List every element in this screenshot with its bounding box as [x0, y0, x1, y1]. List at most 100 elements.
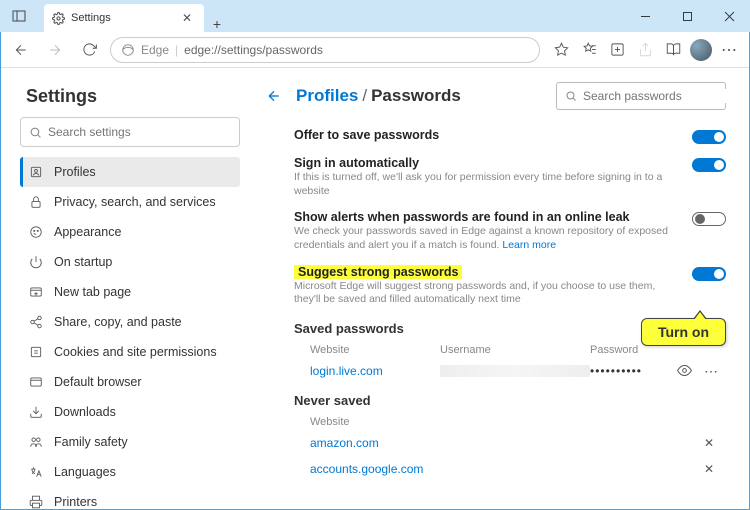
browser-tab[interactable]: Settings ✕	[44, 4, 204, 32]
sidebar-item-label: Downloads	[54, 405, 116, 419]
setting-row: Sign in automaticallyIf this is turned o…	[262, 150, 726, 204]
new-tab-button[interactable]: +	[204, 16, 230, 32]
sidebar-item-profiles[interactable]: Profiles	[20, 157, 240, 187]
lang-icon	[28, 464, 44, 480]
address-bar[interactable]: Edge | edge://settings/passwords	[110, 37, 540, 63]
settings-back-button[interactable]	[262, 84, 286, 108]
sidebar-item-label: Family safety	[54, 435, 128, 449]
setting-row: Offer to save passwords	[262, 122, 726, 150]
reading-button[interactable]	[660, 37, 686, 63]
favorites-list-button[interactable]	[576, 37, 602, 63]
setting-title: Show alerts when passwords are found in …	[294, 210, 680, 224]
setting-title: Sign in automatically	[294, 156, 680, 170]
setting-description: We check your passwords saved in Edge ag…	[294, 225, 680, 252]
search-icon	[29, 126, 42, 139]
collections-button[interactable]	[604, 37, 630, 63]
sidebar-item-label: Printers	[54, 495, 97, 509]
password-value: ••••••••••	[590, 364, 677, 378]
sidebar-item-label: Appearance	[54, 225, 121, 239]
sidebar-item-label: Cookies and site permissions	[54, 345, 217, 359]
sidebar-item-privacy-search-and-services[interactable]: Privacy, search, and services	[20, 187, 240, 217]
sidebar-item-downloads[interactable]: Downloads	[20, 397, 240, 427]
settings-heading: Settings	[26, 86, 234, 107]
newtab-icon	[28, 284, 44, 300]
setting-row: Show alerts when passwords are found in …	[262, 204, 726, 258]
search-settings-input[interactable]	[48, 125, 231, 139]
sidebar-item-label: Default browser	[54, 375, 142, 389]
edge-icon	[121, 43, 135, 57]
toggle-switch[interactable]	[692, 130, 726, 144]
setting-description: Microsoft Edge will suggest strong passw…	[294, 280, 680, 307]
breadcrumb-link-profiles[interactable]: Profiles	[296, 86, 358, 105]
toggle-switch[interactable]	[692, 212, 726, 226]
favorite-button[interactable]	[548, 37, 574, 63]
window-close-button[interactable]	[708, 0, 750, 32]
sidebar-item-label: Share, copy, and paste	[54, 315, 182, 329]
window-maximize-button[interactable]	[666, 0, 708, 32]
sidebar-item-languages[interactable]: Languages	[20, 457, 240, 487]
remove-button[interactable]: ✕	[704, 462, 726, 476]
sidebar-item-new-tab-page[interactable]: New tab page	[20, 277, 240, 307]
breadcrumb-current: Passwords	[371, 86, 461, 105]
download-icon	[28, 404, 44, 420]
refresh-button[interactable]	[76, 37, 102, 63]
sidebar-item-cookies-and-site-permissions[interactable]: Cookies and site permissions	[20, 337, 240, 367]
learn-more-link[interactable]: Learn more	[502, 239, 556, 251]
search-settings-box[interactable]	[20, 117, 240, 147]
sidebar-item-appearance[interactable]: Appearance	[20, 217, 240, 247]
forward-button	[42, 37, 68, 63]
site-link[interactable]: accounts.google.com	[310, 462, 704, 476]
remove-button[interactable]: ✕	[704, 436, 726, 450]
window-minimize-button[interactable]	[624, 0, 666, 32]
sidebar-item-label: Profiles	[54, 165, 96, 179]
toggle-switch[interactable]	[692, 267, 726, 281]
never-table-header: Website	[262, 412, 726, 430]
appearance-icon	[28, 224, 44, 240]
sidebar-item-share-copy-and-paste[interactable]: Share, copy, and paste	[20, 307, 240, 337]
setting-title: Offer to save passwords	[294, 128, 680, 142]
back-button[interactable]	[8, 37, 34, 63]
sidebar-item-on-startup[interactable]: On startup	[20, 247, 240, 277]
setting-title: Suggest strong passwords	[294, 265, 462, 279]
settings-main: Profiles/Passwords Offer to save passwor…	[248, 68, 750, 510]
sidebar-item-label: Privacy, search, and services	[54, 195, 216, 209]
sidebar-item-printers[interactable]: Printers	[20, 487, 240, 510]
cookies-icon	[28, 344, 44, 360]
sidebar-item-family-safety[interactable]: Family safety	[20, 427, 240, 457]
sidebar-item-default-browser[interactable]: Default browser	[20, 367, 240, 397]
sidebar-item-label: Languages	[54, 465, 116, 479]
search-passwords-input[interactable]	[583, 89, 738, 103]
setting-row: Suggest strong passwordsMicrosoft Edge w…	[262, 259, 726, 313]
never-saved-header: Never saved	[262, 385, 726, 412]
more-button[interactable]: ⋯	[716, 37, 742, 63]
printer-icon	[28, 494, 44, 510]
tab-close-button[interactable]: ✕	[178, 11, 196, 25]
sidebar-item-label: New tab page	[54, 285, 131, 299]
site-link[interactable]: login.live.com	[310, 364, 440, 378]
reveal-password-button[interactable]	[677, 363, 692, 380]
site-link[interactable]: amazon.com	[310, 436, 704, 450]
breadcrumb: Profiles/Passwords	[296, 86, 461, 106]
search-icon	[565, 90, 577, 102]
username-value	[440, 365, 590, 377]
address-url: edge://settings/passwords	[184, 43, 323, 57]
never-saved-row: amazon.com✕	[262, 430, 726, 456]
saved-password-row: login.live.com •••••••••• ⋯	[262, 358, 726, 385]
more-actions-button[interactable]: ⋯	[704, 363, 718, 380]
never-saved-row: accounts.google.com✕	[262, 456, 726, 482]
profile-avatar[interactable]	[688, 37, 714, 63]
window-titlebar: Settings ✕ +	[0, 0, 750, 32]
power-icon	[28, 254, 44, 270]
sidebar-item-label: On startup	[54, 255, 112, 269]
toggle-switch[interactable]	[692, 158, 726, 172]
search-passwords-box[interactable]	[556, 82, 726, 110]
family-icon	[28, 434, 44, 450]
share-icon	[28, 314, 44, 330]
annotation-callout: Turn on	[641, 318, 726, 346]
tab-actions-icon[interactable]	[6, 3, 32, 29]
settings-sidebar: Settings Profiles Privacy, search, and se…	[0, 68, 248, 510]
profile-icon	[28, 164, 44, 180]
share-button[interactable]	[632, 37, 658, 63]
browser-toolbar: Edge | edge://settings/passwords ⋯	[0, 32, 750, 68]
tab-title: Settings	[71, 12, 172, 24]
